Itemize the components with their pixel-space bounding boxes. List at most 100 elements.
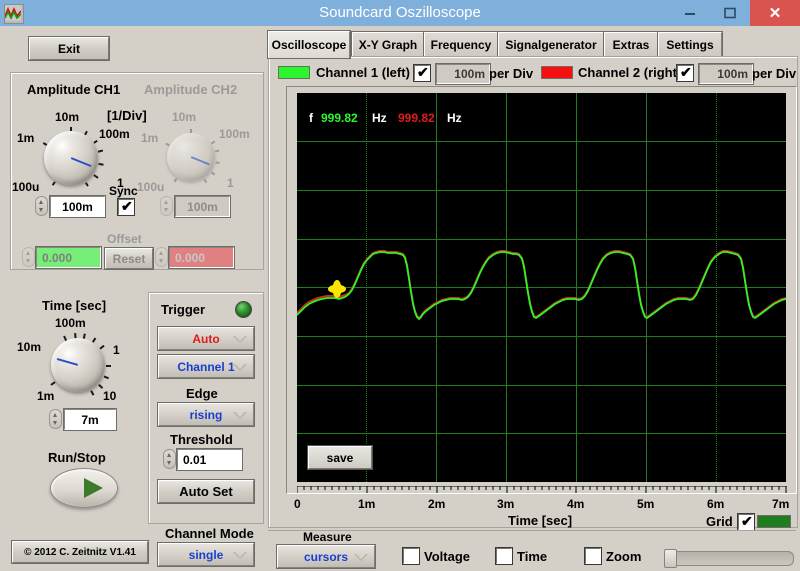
- chevron-down-icon: [233, 335, 247, 343]
- channel-mode-label: Channel Mode: [165, 526, 254, 541]
- auto-set-button[interactable]: Auto Set: [157, 479, 255, 504]
- tab-frequency[interactable]: Frequency: [423, 31, 499, 58]
- ch2-value-spinner[interactable]: [160, 196, 173, 216]
- chevron-down-icon: [354, 553, 368, 561]
- time-knob[interactable]: [47, 332, 111, 396]
- ch2-amplitude-input[interactable]: 100m: [174, 195, 231, 218]
- ch1-scale-label-10m: 10m: [55, 110, 80, 124]
- chevron-down-icon: [233, 411, 247, 419]
- sync-checkbox[interactable]: ✔: [117, 198, 135, 216]
- chevron-down-icon: [233, 551, 247, 559]
- channel-mode-value: single: [188, 547, 224, 562]
- grid-color-swatch[interactable]: [757, 515, 791, 528]
- tab-bar: Oscilloscope X-Y Graph Frequency Signalg…: [267, 30, 796, 59]
- maximize-button[interactable]: [710, 0, 750, 26]
- check-icon: ✔: [680, 64, 692, 80]
- ch1-scale-label-100m: 100m: [99, 127, 130, 141]
- voltage-label: Voltage: [424, 549, 470, 564]
- threshold-spinner[interactable]: [163, 449, 176, 469]
- measure-mode-value: cursors: [303, 549, 349, 564]
- channel2-perdiv-label: per Div: [752, 66, 797, 81]
- channel2-label: Channel 2 (right): [578, 65, 682, 80]
- time-value-spinner[interactable]: [49, 409, 62, 429]
- channel2-color-swatch: [541, 66, 573, 79]
- ch1-value-spinner[interactable]: [35, 196, 48, 216]
- offset-ch1-input[interactable]: 0.000: [35, 246, 102, 269]
- tab-extras[interactable]: Extras: [603, 31, 659, 58]
- save-button[interactable]: save: [307, 445, 373, 470]
- offset-ch1-spinner[interactable]: [22, 247, 35, 267]
- channel2-perdiv-input[interactable]: 100m: [698, 63, 754, 85]
- channel1-color-swatch: [278, 66, 310, 79]
- runstop-label: Run/Stop: [48, 450, 106, 465]
- zoom-checkbox[interactable]: [584, 547, 602, 565]
- measure-title: Measure: [303, 530, 352, 544]
- run-stop-button[interactable]: [50, 468, 118, 508]
- edge-label: Edge: [186, 386, 218, 401]
- time-measure-checkbox[interactable]: [495, 547, 513, 565]
- time-title: Time [sec]: [42, 298, 107, 313]
- close-button[interactable]: ✕: [750, 0, 800, 26]
- trigger-mode-dropdown[interactable]: Auto: [157, 326, 255, 351]
- xtick-1m: 1m: [358, 497, 376, 511]
- measure-mode-dropdown[interactable]: cursors: [276, 544, 376, 569]
- xtick-5m: 5m: [637, 497, 655, 511]
- trigger-edge-value: rising: [189, 407, 223, 422]
- per-div-label: [1/Div]: [107, 108, 147, 123]
- minimize-button[interactable]: [670, 0, 710, 26]
- ch1-amplitude-input[interactable]: 100m: [49, 195, 106, 218]
- check-icon: ✔: [741, 513, 753, 529]
- application-window: Soundcard Oszilloscope ✕ Exit Amplitude …: [0, 0, 800, 571]
- channel1-enable-checkbox[interactable]: ✔: [413, 64, 431, 82]
- trigger-led: [235, 301, 252, 318]
- time-value-input[interactable]: 7m: [63, 408, 117, 431]
- voltage-checkbox[interactable]: [402, 547, 420, 565]
- time-scale-label-100m: 100m: [55, 316, 86, 330]
- sync-label: Sync: [109, 184, 138, 198]
- grid-checkbox[interactable]: ✔: [737, 513, 755, 531]
- scope-display[interactable]: f 999.82 Hz 999.82 Hz save: [297, 93, 786, 482]
- check-icon: ✔: [121, 198, 133, 214]
- threshold-input[interactable]: 0.01: [176, 448, 243, 471]
- xtick-2m: 2m: [428, 497, 446, 511]
- trigger-title: Trigger: [161, 302, 206, 317]
- tab-oscilloscope[interactable]: Oscilloscope: [267, 30, 351, 59]
- play-icon: [84, 478, 103, 498]
- xtick-6m: 6m: [707, 497, 725, 511]
- title-bar: Soundcard Oszilloscope ✕: [0, 0, 800, 26]
- zoom-label: Zoom: [606, 549, 642, 564]
- waveform-traces: [297, 250, 786, 321]
- grid-label: Grid: [706, 514, 733, 529]
- time-scale-label-10m: 10m: [17, 340, 42, 354]
- tab-settings[interactable]: Settings: [657, 31, 723, 58]
- zoom-slider-track[interactable]: [666, 551, 794, 566]
- tab-xy-graph[interactable]: X-Y Graph: [351, 31, 425, 58]
- x-axis-label: Time [sec]: [508, 513, 573, 528]
- amplitude-ch1-title: Amplitude CH1: [27, 82, 121, 97]
- ch2-scale-label-10m: 10m: [172, 110, 197, 124]
- channel1-perdiv-label: per Div: [489, 66, 534, 81]
- exit-button[interactable]: Exit: [28, 36, 110, 61]
- amplitude-ch2-knob[interactable]: [163, 128, 221, 187]
- xtick-4m: 4m: [567, 497, 585, 511]
- ch2-scale-label-100u: 100u: [137, 180, 165, 194]
- chevron-down-icon: [233, 363, 247, 371]
- amplitude-ch1-knob[interactable]: [40, 126, 104, 189]
- channel1-label: Channel 1 (left): [316, 65, 410, 80]
- offset-ch2-input[interactable]: 0.000: [168, 246, 235, 269]
- xtick-7m: 7m: [772, 497, 790, 511]
- ch1-scale-label-100u: 100u: [12, 180, 40, 194]
- copyright-label: © 2012 C. Zeitnitz V1.41: [11, 540, 149, 564]
- offset-ch2-spinner[interactable]: [155, 247, 168, 267]
- zoom-slider-thumb[interactable]: [664, 549, 677, 568]
- channel1-perdiv-input[interactable]: 100m: [435, 63, 491, 85]
- tab-signalgenerator[interactable]: Signalgenerator: [497, 31, 605, 58]
- trigger-edge-dropdown[interactable]: rising: [157, 402, 255, 427]
- trigger-source-value: Channel 1: [177, 359, 235, 374]
- trigger-source-dropdown[interactable]: Channel 1: [157, 354, 255, 379]
- offset-reset-button[interactable]: Reset: [104, 247, 154, 270]
- ch2-scale-label-1m: 1m: [141, 131, 159, 145]
- channel2-enable-checkbox[interactable]: ✔: [676, 64, 694, 82]
- channel1-trace: [297, 251, 786, 321]
- channel-mode-dropdown[interactable]: single: [157, 542, 255, 567]
